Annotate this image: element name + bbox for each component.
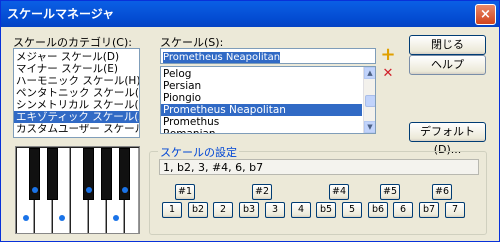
- sharp-button[interactable]: #6: [432, 184, 452, 200]
- degree-button[interactable]: b7: [419, 202, 439, 218]
- scale-item[interactable]: Romanian: [161, 128, 362, 133]
- sharp-button[interactable]: #5: [380, 184, 400, 200]
- add-scale-icon[interactable]: +: [380, 46, 396, 64]
- scale-settings-title: スケールの設定: [158, 144, 239, 160]
- scale-note-dot: [113, 215, 119, 221]
- degree-button[interactable]: 3: [265, 202, 285, 218]
- sharp-button[interactable]: #2: [252, 184, 272, 200]
- scale-item[interactable]: Persian: [161, 80, 362, 92]
- delete-scale-icon[interactable]: ✕: [381, 67, 395, 81]
- scroll-down-icon[interactable]: ▼: [364, 121, 375, 133]
- scale-name-field[interactable]: Prometheus Neapolitan: [160, 48, 376, 64]
- category-item[interactable]: ペンタトニック スケール(P): [14, 87, 139, 99]
- category-listbox[interactable]: メジャー スケール(D) マイナー スケール(E) ハーモニック スケール(H) ペン…: [13, 48, 140, 138]
- degree-button[interactable]: b6: [368, 202, 388, 218]
- category-item[interactable]: エキゾティック スケール(X): [14, 111, 139, 123]
- category-item[interactable]: ハーモニック スケール(H): [14, 75, 139, 87]
- scale-note-dot: [32, 187, 38, 193]
- scale-item[interactable]: Prometheus Neapolitan: [161, 104, 362, 116]
- degree-button[interactable]: 2: [213, 202, 233, 218]
- degree-button[interactable]: b2: [188, 202, 208, 218]
- piano-black-key: [101, 148, 112, 200]
- root-note-dot: [23, 215, 29, 221]
- degree-button[interactable]: 7: [445, 202, 465, 218]
- category-item[interactable]: マイナー スケール(E): [14, 63, 139, 75]
- degree-button[interactable]: 5: [342, 202, 362, 218]
- scale-note-dot: [86, 187, 92, 193]
- scroll-up-icon[interactable]: ▲: [364, 67, 375, 79]
- category-item[interactable]: シンメトリカル スケール(S): [14, 99, 139, 111]
- piano-black-key: [47, 148, 58, 200]
- degree-button[interactable]: 1: [162, 202, 182, 218]
- help-button[interactable]: ヘルプ: [409, 55, 486, 75]
- scale-item[interactable]: Piongio: [161, 92, 362, 104]
- degree-button[interactable]: 4: [291, 202, 311, 218]
- scale-note-dot: [59, 215, 65, 221]
- scale-list-items: Pelog Persian Piongio Prometheus Neapolitan…: [161, 68, 362, 133]
- scale-formula-field: 1, b2, 3, #4, 6, b7: [159, 159, 479, 175]
- default-button[interactable]: デフォルト(D)...: [409, 122, 486, 156]
- scale-listbox[interactable]: Pelog Persian Piongio Prometheus Neapolitan…: [160, 66, 376, 134]
- category-item[interactable]: メジャー スケール(D): [14, 51, 139, 63]
- scale-list-scrollbar[interactable]: ▲ ▼: [363, 67, 375, 133]
- close-window-button[interactable]: ×: [475, 4, 496, 25]
- scale-manager-window: スケールマネージャ × スケールのカテゴリ(C): メジャー スケール(D) マイ…: [0, 0, 500, 242]
- category-item[interactable]: カスタムユーザー スケール(U): [14, 123, 139, 135]
- scale-item[interactable]: Promethus: [161, 116, 362, 128]
- scale-name-value: Prometheus Neapolitan: [163, 52, 281, 63]
- scroll-thumb[interactable]: [365, 95, 375, 107]
- piano-keyboard: [15, 146, 140, 234]
- scale-item[interactable]: Pelog: [161, 68, 362, 80]
- degree-button[interactable]: b5: [316, 202, 336, 218]
- degree-button[interactable]: 6: [393, 202, 413, 218]
- close-button[interactable]: 閉じる: [409, 35, 486, 55]
- scale-note-dot: [122, 187, 128, 193]
- sharp-button[interactable]: #1: [175, 184, 195, 200]
- title-bar: スケールマネージャ ×: [1, 1, 499, 27]
- sharp-button[interactable]: #4: [329, 184, 349, 200]
- window-title: スケールマネージャ: [7, 7, 115, 21]
- degree-button[interactable]: b3: [239, 202, 259, 218]
